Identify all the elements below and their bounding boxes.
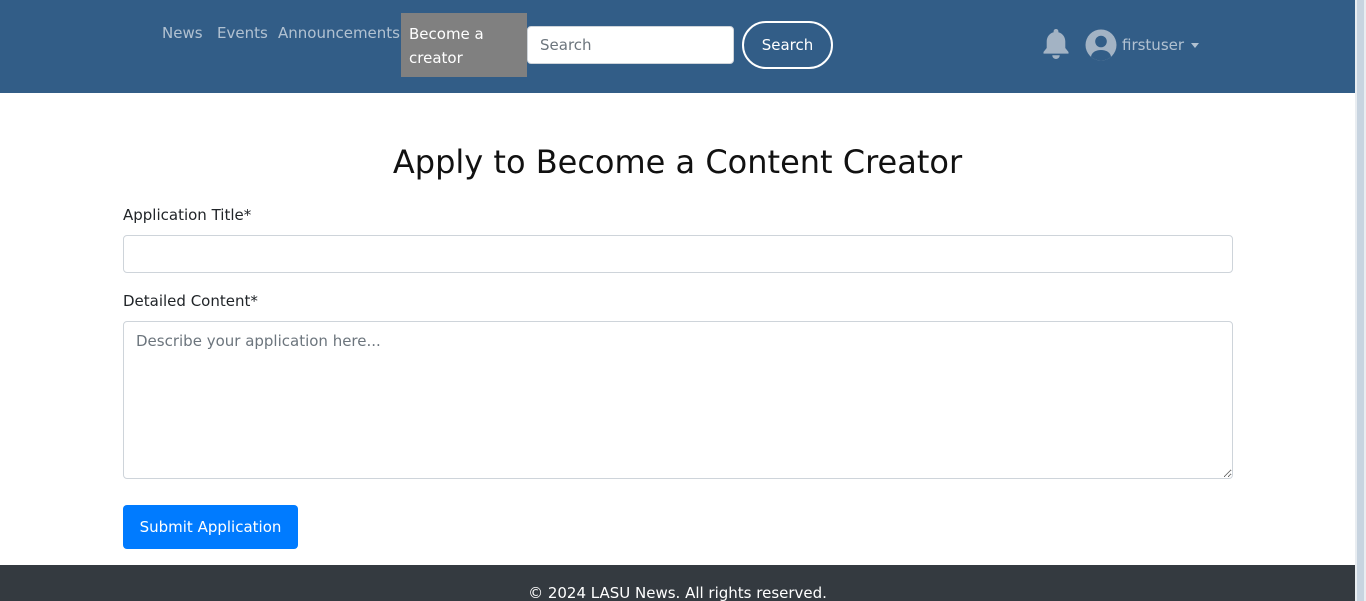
search-input[interactable]: [527, 26, 734, 64]
nav-news-link[interactable]: News: [162, 24, 203, 42]
bell-icon[interactable]: [1040, 27, 1072, 61]
submit-application-button[interactable]: Submit Application: [123, 505, 298, 549]
footer-copyright: © 2024 LASU News. All rights reserved.: [528, 584, 827, 601]
page-title: Apply to Become a Content Creator: [392, 143, 963, 181]
search-button[interactable]: Search: [742, 21, 833, 69]
page: News Events Announcements Become a creat…: [0, 0, 1355, 601]
scrollbar-thumb[interactable]: [1357, 0, 1364, 601]
user-menu-toggle[interactable]: firstuser: [1085, 28, 1200, 62]
caret-down-icon: [1191, 42, 1200, 48]
application-title-input[interactable]: [123, 235, 1233, 273]
page-footer: © 2024 LASU News. All rights reserved.: [0, 565, 1355, 601]
nav-become-creator-link[interactable]: Become a creator: [401, 13, 527, 77]
user-circle-icon: [1085, 29, 1117, 61]
username-label: firstuser: [1122, 36, 1185, 54]
application-title-label: Application Title*: [123, 206, 252, 224]
nav-events-link[interactable]: Events: [217, 24, 268, 42]
detailed-content-textarea[interactable]: [123, 321, 1233, 479]
nav-announcements-link[interactable]: Announcements: [278, 24, 400, 42]
top-navbar: News Events Announcements Become a creat…: [0, 0, 1355, 93]
detailed-content-label: Detailed Content*: [123, 292, 258, 310]
